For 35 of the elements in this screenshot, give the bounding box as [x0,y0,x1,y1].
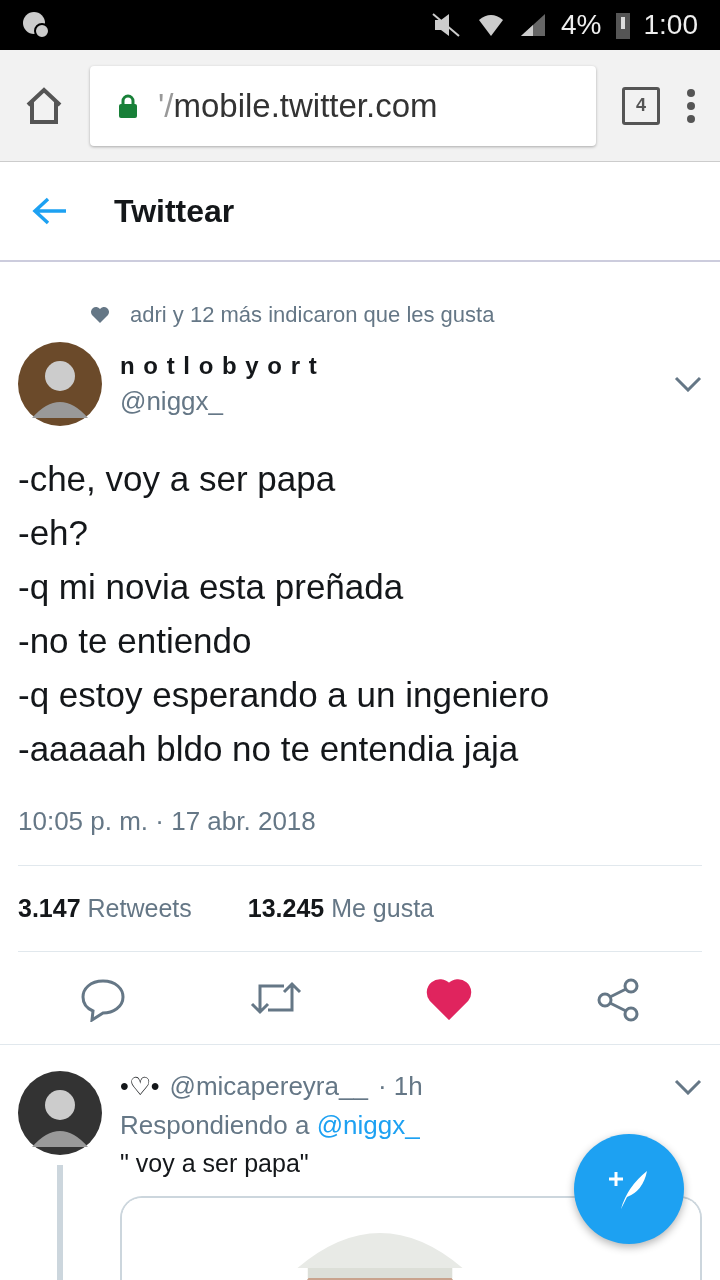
stat-count[interactable]: 3.147 Retweets [18,894,192,923]
lock-icon [118,93,138,118]
clock: 1:00 [643,9,698,41]
avatar[interactable] [18,1071,102,1155]
stat-count[interactable]: 13.245 Me gusta [247,894,434,923]
page-title: Twittear [114,192,235,230]
battery-level: 4% [561,9,602,41]
avatar[interactable] [18,342,102,426]
home-icon[interactable] [24,86,64,125]
tab-count[interactable]: 4 [622,86,660,125]
social-context: adri y 12 más indicaron que les gusta [130,302,495,328]
display-name[interactable]: n o t l o b y o r t [120,351,656,380]
timestamp: 10:05 p. m. · 17 abr. 2018 [18,806,316,836]
reply-icon[interactable] [80,978,126,1022]
tweet-text: -che, voy a ser papa -eh? -q mi novia esta preñada -no te entiendo -q estoy esperando a un ingeniero -aaaaah bldo no te entendia jaja [18,458,551,770]
compose-button[interactable] [574,1134,684,1244]
chevron-icon[interactable] [674,376,702,392]
battery-icon [615,11,630,39]
post-time: · 1h [377,1071,424,1102]
user-handle[interactable]: @niggx_ [120,385,656,417]
signal-icon [519,12,548,38]
replying-to: Respondiendo a @niggx_ [120,1110,421,1141]
user-handle[interactable]: @micapereyra__ [169,1071,368,1102]
display-name[interactable]: •♡• [120,1072,160,1101]
wifi-icon [477,12,506,38]
chevron-icon[interactable] [674,1078,702,1095]
back-icon[interactable] [32,197,68,225]
address-bar[interactable]: '/mobile.twitter.com [90,65,596,146]
share-icon[interactable] [596,978,640,1022]
url-text: '/mobile.twitter.com [158,86,438,125]
menu-icon[interactable] [686,87,696,124]
heart-icon[interactable] [426,978,472,1020]
reply-text: " voy a ser papa" [120,1149,310,1178]
heart-icon [90,306,110,324]
alert-icon [22,11,50,39]
